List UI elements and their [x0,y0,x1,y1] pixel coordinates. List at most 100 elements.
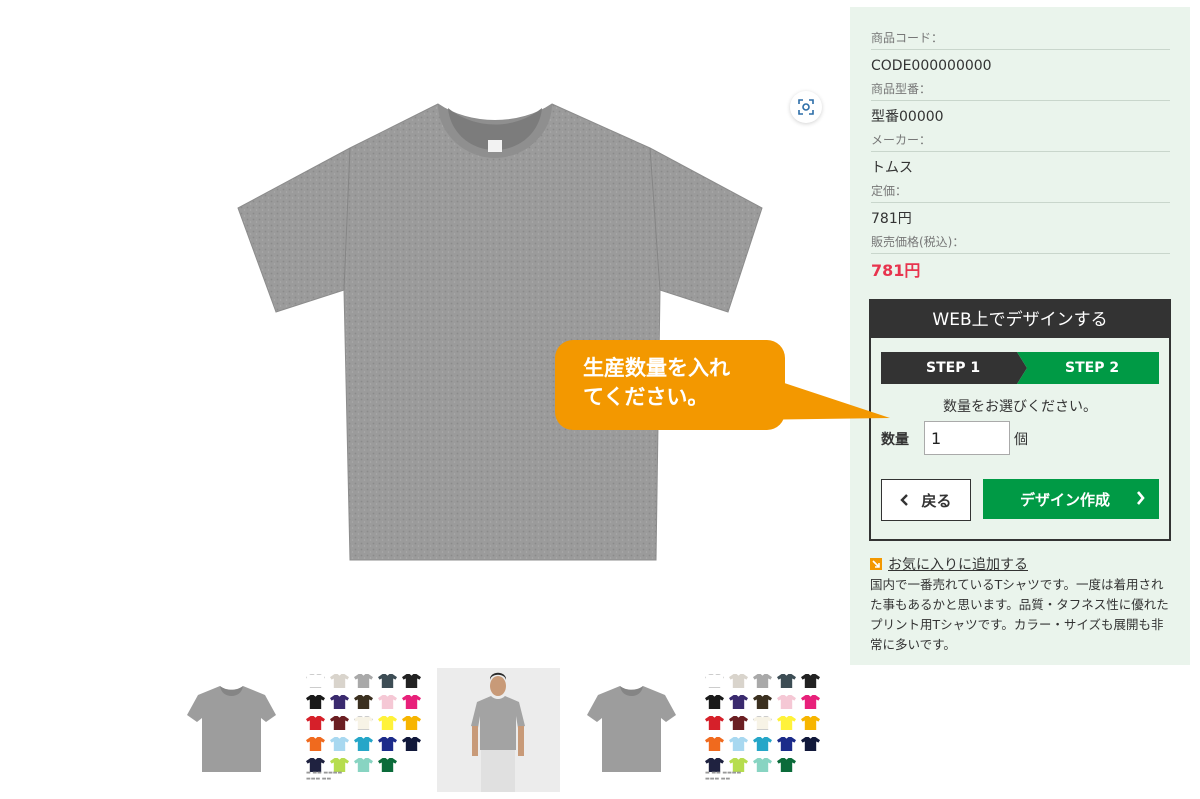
tshirt-swatch-icon [378,737,397,751]
tshirt-swatch-icon [777,674,796,688]
color-swatch [753,758,774,775]
tshirt-swatch-icon [306,674,325,688]
color-swatch [330,674,351,691]
quantity-instruction: 数量をお選びください。 [943,399,1097,415]
tshirt-swatch-icon [753,737,772,751]
tshirt-swatch-icon [753,674,772,688]
color-swatch [378,758,399,775]
color-swatch-grid [306,674,423,775]
tshirt-swatch-icon [402,737,421,751]
thumbnail-gray-tshirt[interactable] [570,668,693,792]
spec-label: 販売価格(税込)： [871,235,1170,254]
color-swatch [777,695,798,712]
product-description: 国内で一番売れているTシャツです。一度は着用された事もあるかと思います。品質・タ… [870,577,1169,652]
tshirt-swatch-icon [378,695,397,709]
callout-line: てください。 [583,385,709,409]
color-swatch [354,695,375,712]
step-2: STEP 2 [1017,352,1159,384]
color-swatch [378,737,399,754]
color-swatch [801,674,822,691]
fine-print: ▬ ▬▬ ▬▬▬▬ ▬▬▬ ▬▬ [306,770,343,782]
color-swatch [777,758,798,775]
color-swatch [330,695,351,712]
color-swatch [729,674,750,691]
tshirt-swatch-icon [354,758,373,772]
tshirt-swatch-icon [705,716,724,730]
spec-label: 商品コード： [871,31,1170,50]
color-swatch [729,716,750,733]
quantity-unit: 個 [1014,432,1028,448]
color-swatch [705,716,726,733]
color-swatch [753,695,774,712]
tshirt-swatch-icon [753,695,772,709]
quantity-input[interactable] [924,421,1010,455]
zoom-button[interactable] [790,91,822,123]
tshirt-swatch-icon [777,695,796,709]
tshirt-swatch-icon [306,716,325,730]
tshirt-swatch-icon [729,674,748,688]
tshirt-swatch-icon [729,737,748,751]
tshirt-swatch-icon [705,674,724,688]
thumbnail-strip: ▬ ▬▬ ▬▬▬▬ ▬▬▬ ▬▬ ▬ ▬▬ ▬▬▬▬ ▬▬▬ ▬▬ [170,668,840,792]
tshirt-swatch-icon [777,758,796,772]
color-swatch [402,695,423,712]
tshirt-swatch-icon [729,695,748,709]
color-swatch [729,737,750,754]
tshirt-swatch-icon [354,716,373,730]
tshirt-swatch-icon [801,695,820,709]
tshirt-swatch-icon [330,716,349,730]
spec-label: メーカー： [871,133,1170,152]
spec-label: 定価： [871,184,1170,203]
color-swatch [801,737,822,754]
tshirt-swatch-icon [801,716,820,730]
color-swatch [753,674,774,691]
favorite-label: お気に入りに追加する [888,557,1028,573]
color-swatch [354,716,375,733]
spec-value: CODE000000000 [871,58,992,74]
color-swatch [705,695,726,712]
spec-maker: メーカー： トムス [871,133,1170,178]
color-swatch [402,716,423,733]
color-swatch [801,695,822,712]
add-to-favorites-link[interactable]: お気に入りに追加する [870,554,1028,574]
thumbnail-color-chart[interactable]: ▬ ▬▬ ▬▬▬▬ ▬▬▬ ▬▬ [304,668,427,792]
sale-price: 781円 [871,261,921,280]
step-1: STEP 1 [881,352,1027,384]
thumbnail-gray-tshirt[interactable] [170,668,293,792]
color-swatch [306,695,327,712]
chevron-right-icon [1137,491,1145,505]
color-swatch [354,674,375,691]
color-swatch [801,716,822,733]
back-button[interactable]: 戻る [881,479,971,521]
color-swatch [306,737,327,754]
tshirt-swatch-icon [306,737,325,751]
tshirt-swatch-icon [753,758,772,772]
tshirt-swatch-icon [402,716,421,730]
spec-code: 商品コード： CODE000000000 [871,31,1170,76]
color-swatch [378,674,399,691]
create-design-button[interactable]: デザイン作成 [983,479,1159,519]
thumbnail-model-photo[interactable] [437,668,560,792]
color-swatch [354,758,375,775]
thumbnail-color-chart[interactable]: ▬ ▬▬ ▬▬▬▬ ▬▬▬ ▬▬ [703,668,826,792]
create-design-label: デザイン作成 [1020,490,1111,509]
spec-sale-price: 販売価格(税込)： 781円 [871,235,1170,281]
tshirt-swatch-icon [801,737,820,751]
color-swatch [729,695,750,712]
tshirt-swatch-icon [705,695,724,709]
tshirt-swatch-icon [705,737,724,751]
tshirt-swatch-icon [402,674,421,688]
tshirt-swatch-icon [306,695,325,709]
tshirt-swatch-icon [330,674,349,688]
tshirt-swatch-icon [753,716,772,730]
tshirt-swatch-icon [354,737,373,751]
color-swatch [306,674,327,691]
tshirt-swatch-icon [354,674,373,688]
chevron-left-icon [900,494,909,506]
spec-value: トムス [871,160,913,176]
color-swatch [402,737,423,754]
color-swatch [777,716,798,733]
design-box: WEB上でデザインする STEP 1 STEP 2 数量をお選びください。 数量… [869,299,1171,541]
color-swatch [705,737,726,754]
step-indicator: STEP 1 STEP 2 [881,352,1159,384]
